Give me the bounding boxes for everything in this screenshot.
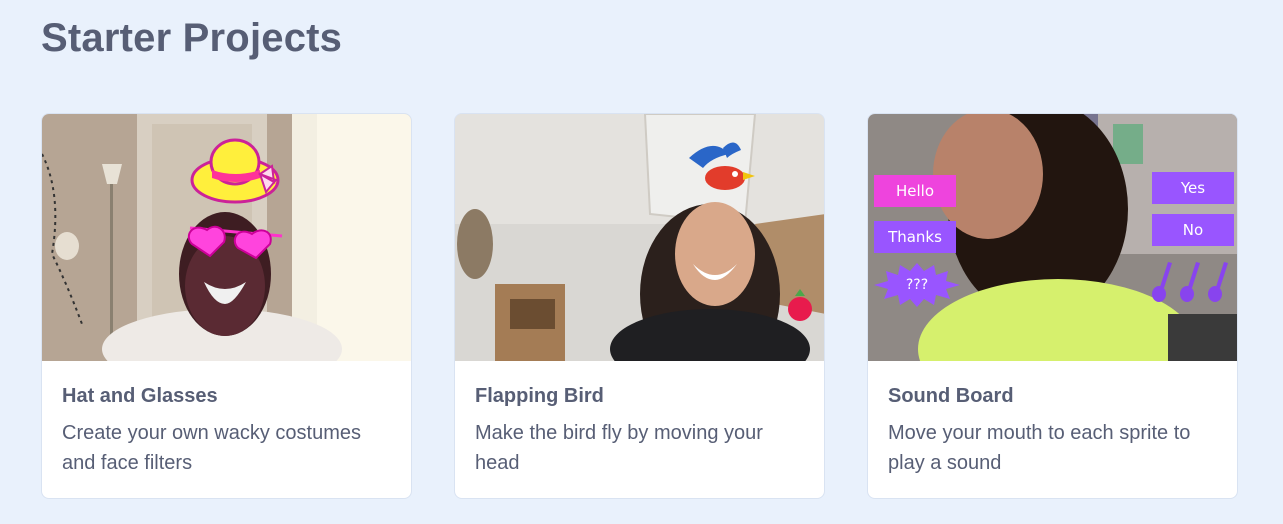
sprite-hello: Hello xyxy=(874,175,956,207)
project-card-flapping-bird[interactable]: Flapping Bird Make the bird fly by movin… xyxy=(454,113,825,499)
project-card-sound-board[interactable]: Hello Thanks ??? Yes No Sound Board Move… xyxy=(867,113,1238,499)
project-description: Create your own wacky costumes and face … xyxy=(62,422,362,474)
project-thumbnail xyxy=(455,114,824,361)
page-title: Starter Projects xyxy=(41,16,343,60)
guitar-icon xyxy=(1152,262,1228,302)
project-description: Make the bird fly by moving your head xyxy=(475,422,763,474)
project-title: Hat and Glasses xyxy=(62,385,218,407)
sprite-no: No xyxy=(1152,214,1234,246)
sprite-thanks: Thanks xyxy=(874,221,956,253)
project-title: Sound Board xyxy=(888,385,1014,407)
project-description: Move your mouth to each sprite to play a… xyxy=(888,422,1191,474)
project-title: Flapping Bird xyxy=(475,385,604,407)
project-thumbnail xyxy=(42,114,411,361)
project-thumbnail: Hello Thanks ??? Yes No xyxy=(868,114,1237,361)
sprite-yes: Yes xyxy=(1152,172,1234,204)
project-card-hat-and-glasses[interactable]: Hat and Glasses Create your own wacky co… xyxy=(41,113,412,499)
sprite-question: ??? xyxy=(905,277,929,293)
